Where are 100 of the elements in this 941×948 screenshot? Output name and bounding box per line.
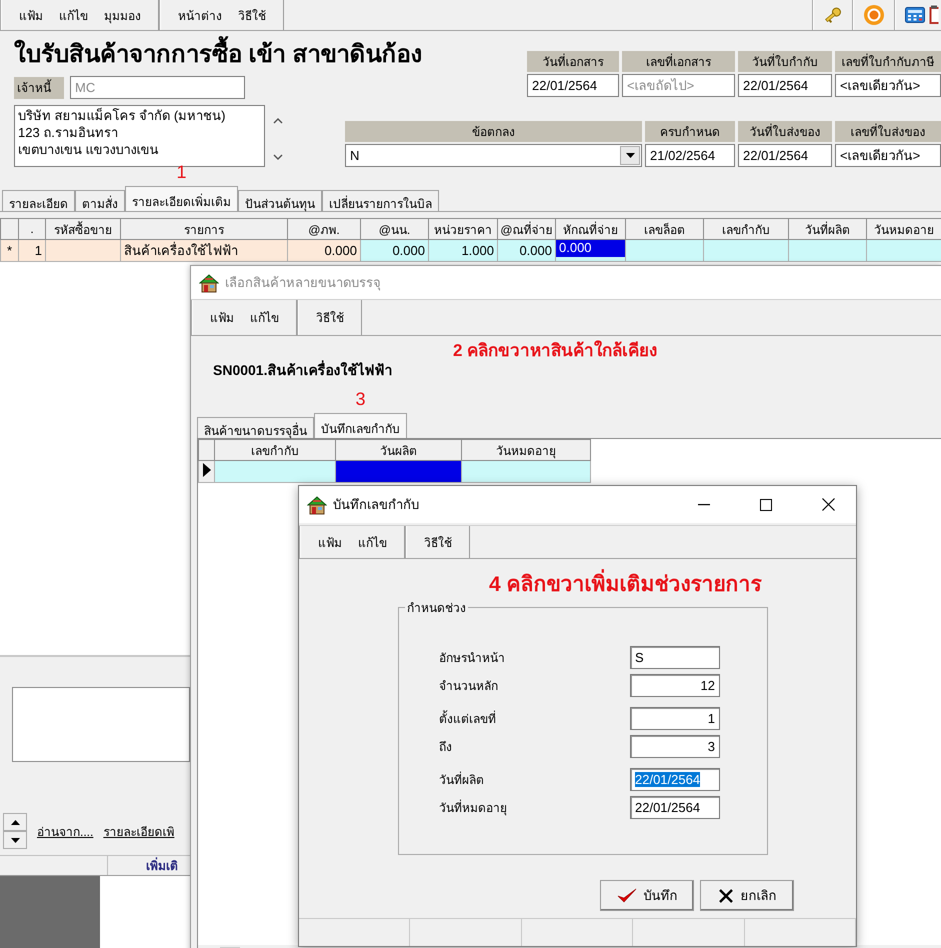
window-title: เลือกสินค้าหลายขนาดบรรจุ (225, 274, 381, 292)
menu-item[interactable]: แฟ้ม (18, 6, 44, 24)
column-header: หักณที่จ่าย (556, 218, 626, 240)
text-field[interactable]: <เลขเดียวกัน> (835, 144, 941, 167)
text-field[interactable]: S (630, 646, 720, 669)
group-title: กำหนดช่วง (406, 600, 467, 617)
table-cell[interactable]: 0.000 (360, 240, 428, 262)
text-field[interactable]: 21/02/2564 (645, 144, 735, 167)
field-label: อักษรนำหน้า (439, 650, 506, 667)
chevron-down-icon[interactable] (273, 153, 283, 161)
menu-item[interactable]: แฟ้ม (317, 532, 343, 552)
field-label: ครบกำหนด (645, 121, 735, 142)
text-field[interactable]: 22/01/2564 (738, 74, 832, 97)
target-icon[interactable] (863, 4, 885, 26)
link[interactable]: อ่านจาก.... (37, 822, 94, 840)
annotation-number: 3 (356, 389, 366, 410)
menu-item[interactable]: มุมมอง (103, 6, 142, 24)
menu-item[interactable]: แก้ไข (357, 532, 388, 552)
column-header: รหัสซื้อขาย (46, 218, 120, 240)
row-marker: * (0, 240, 18, 262)
table-cell[interactable] (462, 460, 590, 482)
calculator-icon[interactable] (905, 7, 925, 23)
scroll-down-button[interactable] (3, 831, 27, 849)
house-icon (199, 272, 219, 292)
key-icon[interactable] (823, 5, 843, 25)
house-icon (307, 494, 327, 514)
column-header: @นน. (360, 218, 428, 240)
field-label: เลขที่เอกสาร (622, 51, 735, 72)
column-header: เลขล็อต (626, 218, 704, 240)
minimize-icon[interactable] (698, 504, 710, 506)
table-cell[interactable]: สินค้าเครื่องใช้ไฟฟ้า (120, 240, 288, 262)
table-cell[interactable]: 0.000 (498, 240, 556, 262)
text-field[interactable]: 3 (630, 735, 720, 758)
column-header: วันที่ผลิต (788, 218, 866, 240)
save-button[interactable]: บันทึก (600, 880, 694, 911)
table-cell[interactable]: 0.000 (556, 240, 626, 262)
tab[interactable]: รายละเอียด (2, 190, 75, 211)
field-label: ตั้งแต่เลขที่ (439, 709, 497, 728)
menu-item[interactable]: วิธีใช้ (237, 6, 267, 24)
tab[interactable]: เปลี่ยนรายการในบิล (322, 190, 439, 211)
text-field[interactable]: 22/01/2564 (630, 768, 720, 791)
column-header: วันหมดอาย (866, 218, 941, 240)
address-field[interactable]: บริษัท สยามแม็คโคร จำกัด (มหาชน) 123 ถ.รามอินทรา เขตบางเขน แขวงบางเขน (14, 105, 265, 167)
link[interactable]: รายละเอียดเพิ (103, 822, 174, 840)
column-header: เลขกำกับ (214, 440, 336, 460)
field-label: วันที่ใบส่งของ (738, 121, 832, 142)
text-field[interactable]: 22/01/2564 (630, 796, 720, 819)
dropdown-arrow-icon (626, 153, 634, 158)
product-name: SN0001.สินค้าเครื่องใช้ไฟฟ้า (213, 361, 394, 379)
scroll-up-button[interactable] (3, 813, 27, 831)
tab[interactable]: สินค้าขนาดบรรจุอื่น (197, 417, 314, 438)
field-label: จำนวนหลัก (439, 678, 499, 695)
table-cell[interactable] (46, 240, 120, 262)
table-cell[interactable] (626, 240, 704, 262)
menu-item[interactable]: หน้าต่าง (177, 6, 223, 24)
memo-field[interactable] (12, 687, 190, 762)
field-label: วันที่หมดอายุ (439, 798, 508, 817)
menu-item[interactable]: วิธีใช้ (315, 308, 345, 327)
checkmark-icon (616, 888, 636, 904)
maximize-icon[interactable] (760, 498, 772, 510)
table-cell[interactable] (866, 240, 941, 262)
field-label: เลขที่ใบกำกับภาษี (835, 51, 941, 72)
menu-item[interactable]: แฟ้ม (209, 308, 235, 327)
menu-item[interactable]: แก้ไข (58, 6, 89, 24)
text-field[interactable]: 12 (630, 674, 720, 697)
tab[interactable]: ตามสั่ง (75, 190, 125, 211)
text-field[interactable]: 22/01/2564 (738, 144, 832, 167)
field-label: วันที่เอกสาร (527, 51, 619, 72)
tab[interactable]: รายละเอียดเพิ่มเติม (125, 186, 238, 211)
field-label: เลขที่ใบส่งของ (835, 121, 941, 142)
dropdown-field[interactable]: N (345, 144, 642, 167)
table-cell[interactable]: 1 (18, 240, 46, 262)
table-cell[interactable] (704, 240, 788, 262)
table-cell[interactable]: 1.000 (428, 240, 498, 262)
text-field[interactable]: <เลขเดียวกัน> (835, 74, 941, 97)
column-header: @ภพ. (288, 218, 360, 240)
chevron-up-icon[interactable] (273, 117, 283, 125)
window-title: บันทึกเลขกำกับ (333, 496, 419, 514)
cancel-button[interactable]: ยกเลิก (700, 880, 794, 911)
field-label: ข้อตกลง (345, 121, 642, 142)
column-header: เลขกำกับ (704, 218, 788, 240)
triangle-down-icon (10, 838, 20, 842)
clipboard-icon[interactable] (929, 5, 939, 25)
tab[interactable]: ปันส่วนต้นทุน (238, 190, 322, 211)
field-label: ถึง (439, 739, 453, 756)
text-field[interactable]: 22/01/2564 (527, 74, 619, 97)
menu-item[interactable]: วิธีใช้ (423, 532, 453, 552)
table-cell[interactable] (788, 240, 866, 262)
table-cell[interactable]: 0.000 (288, 240, 360, 262)
column-header: รายการ (120, 218, 288, 240)
text-field[interactable]: 1 (630, 707, 720, 730)
table-cell[interactable] (214, 460, 336, 482)
tab[interactable]: บันทึกเลขกำกับ (314, 413, 407, 438)
field-label: วันที่ใบกำกับ (738, 51, 832, 72)
menu-item[interactable]: แก้ไข (249, 308, 280, 327)
column-header: หน่วยราคา (428, 218, 498, 240)
table-cell[interactable] (336, 460, 462, 482)
column-header: . (18, 218, 46, 240)
field-label: เจ้าหนี้ (14, 76, 64, 98)
close-icon[interactable] (822, 498, 834, 511)
